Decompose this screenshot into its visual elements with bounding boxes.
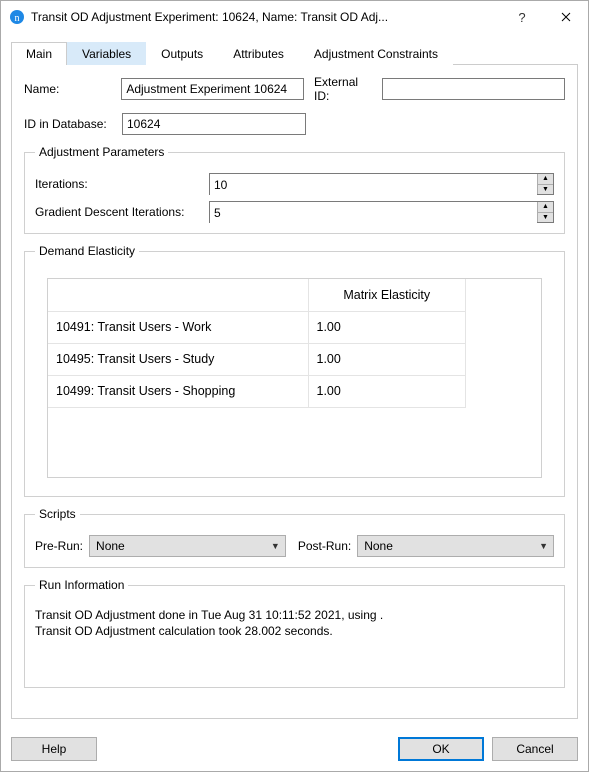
row-dbid: ID in Database:	[24, 113, 565, 135]
tab-outputs[interactable]: Outputs	[146, 42, 218, 65]
elasticity-table-container: Matrix Elasticity 10491: Transit Users -…	[47, 278, 542, 478]
name-input[interactable]	[121, 78, 304, 100]
elasticity-row-value[interactable]: 1.00	[308, 343, 466, 375]
iterations-spinner[interactable]: ▲ ▼	[209, 173, 554, 195]
post-run-combo[interactable]: None ▼	[357, 535, 554, 557]
row-name-externalid: Name: External ID:	[24, 75, 565, 103]
scripts-group: Scripts Pre-Run: None ▼ Post-Run: None ▼	[24, 507, 565, 568]
external-id-label: External ID:	[314, 75, 376, 103]
tab-adjustment-constraints[interactable]: Adjustment Constraints	[299, 42, 453, 65]
gdi-up-button[interactable]: ▲	[538, 202, 553, 213]
tab-attributes[interactable]: Attributes	[218, 42, 299, 65]
chevron-down-icon: ▼	[271, 541, 280, 551]
post-run-value: None	[364, 539, 393, 553]
table-row[interactable]: 10495: Transit Users - Study 1.00	[48, 343, 466, 375]
gdi-spin-buttons: ▲ ▼	[537, 202, 553, 222]
row-gdi: Gradient Descent Iterations: ▲ ▼	[35, 201, 554, 223]
row-scripts: Pre-Run: None ▼ Post-Run: None ▼	[35, 535, 554, 557]
elasticity-header-blank	[48, 279, 308, 311]
iterations-down-button[interactable]: ▼	[538, 185, 553, 195]
app-icon: n	[9, 9, 25, 25]
iterations-up-button[interactable]: ▲	[538, 174, 553, 185]
elasticity-row-label: 10495: Transit Users - Study	[48, 343, 308, 375]
footer-spacer	[105, 737, 390, 761]
adjustment-parameters-legend: Adjustment Parameters	[35, 145, 168, 159]
post-run-label: Post-Run:	[298, 539, 351, 553]
ok-button[interactable]: OK	[398, 737, 484, 761]
title-bar: n Transit OD Adjustment Experiment: 1062…	[1, 1, 588, 33]
pre-run-combo[interactable]: None ▼	[89, 535, 286, 557]
demand-elasticity-group: Demand Elasticity Matrix Elasticity 1049…	[24, 244, 565, 497]
demand-elasticity-legend: Demand Elasticity	[35, 244, 139, 258]
elasticity-row-label: 10491: Transit Users - Work	[48, 311, 308, 343]
table-row[interactable]: 10491: Transit Users - Work 1.00	[48, 311, 466, 343]
run-info-line1: Transit OD Adjustment done in Tue Aug 31…	[35, 608, 554, 622]
elasticity-row-value[interactable]: 1.00	[308, 311, 466, 343]
content-area: Main Variables Outputs Attributes Adjust…	[1, 33, 588, 729]
close-icon	[561, 12, 571, 22]
dialog-window: n Transit OD Adjustment Experiment: 1062…	[0, 0, 589, 772]
tab-variables[interactable]: Variables	[67, 42, 146, 65]
help-button[interactable]: Help	[11, 737, 97, 761]
elasticity-header-row: Matrix Elasticity	[48, 279, 466, 311]
gdi-label: Gradient Descent Iterations:	[35, 205, 203, 219]
iterations-label: Iterations:	[35, 177, 203, 191]
cancel-button[interactable]: Cancel	[492, 737, 578, 761]
gdi-spinner[interactable]: ▲ ▼	[209, 201, 554, 223]
run-information-group: Run Information Transit OD Adjustment do…	[24, 578, 565, 688]
table-row[interactable]: 10499: Transit Users - Shopping 1.00	[48, 375, 466, 407]
run-info-line2: Transit OD Adjustment calculation took 2…	[35, 624, 554, 638]
svg-text:n: n	[15, 13, 20, 24]
scripts-legend: Scripts	[35, 507, 80, 521]
help-title-button[interactable]: ?	[500, 2, 544, 32]
pre-run-value: None	[96, 539, 125, 553]
row-iterations: Iterations: ▲ ▼	[35, 173, 554, 195]
adjustment-parameters-group: Adjustment Parameters Iterations: ▲ ▼ Gr…	[24, 145, 565, 234]
run-information-legend: Run Information	[35, 578, 128, 592]
gdi-input[interactable]	[210, 202, 537, 224]
tab-panel-main: Name: External ID: ID in Database: Adjus…	[11, 65, 578, 719]
tab-bar: Main Variables Outputs Attributes Adjust…	[11, 41, 578, 65]
dialog-footer: Help OK Cancel	[1, 729, 588, 771]
iterations-input[interactable]	[210, 174, 537, 196]
external-id-input[interactable]	[382, 78, 565, 100]
close-button[interactable]	[544, 2, 588, 32]
window-title: Transit OD Adjustment Experiment: 10624,…	[31, 10, 500, 24]
iterations-spin-buttons: ▲ ▼	[537, 174, 553, 194]
elasticity-header-matrix: Matrix Elasticity	[308, 279, 466, 311]
name-label: Name:	[24, 82, 115, 96]
db-id-input[interactable]	[122, 113, 306, 135]
tab-main[interactable]: Main	[11, 42, 67, 65]
elasticity-row-value[interactable]: 1.00	[308, 375, 466, 407]
pre-run-label: Pre-Run:	[35, 539, 83, 553]
gdi-down-button[interactable]: ▼	[538, 213, 553, 223]
elasticity-row-label: 10499: Transit Users - Shopping	[48, 375, 308, 407]
elasticity-table: Matrix Elasticity 10491: Transit Users -…	[48, 279, 466, 408]
db-id-label: ID in Database:	[24, 117, 116, 131]
chevron-down-icon: ▼	[539, 541, 548, 551]
